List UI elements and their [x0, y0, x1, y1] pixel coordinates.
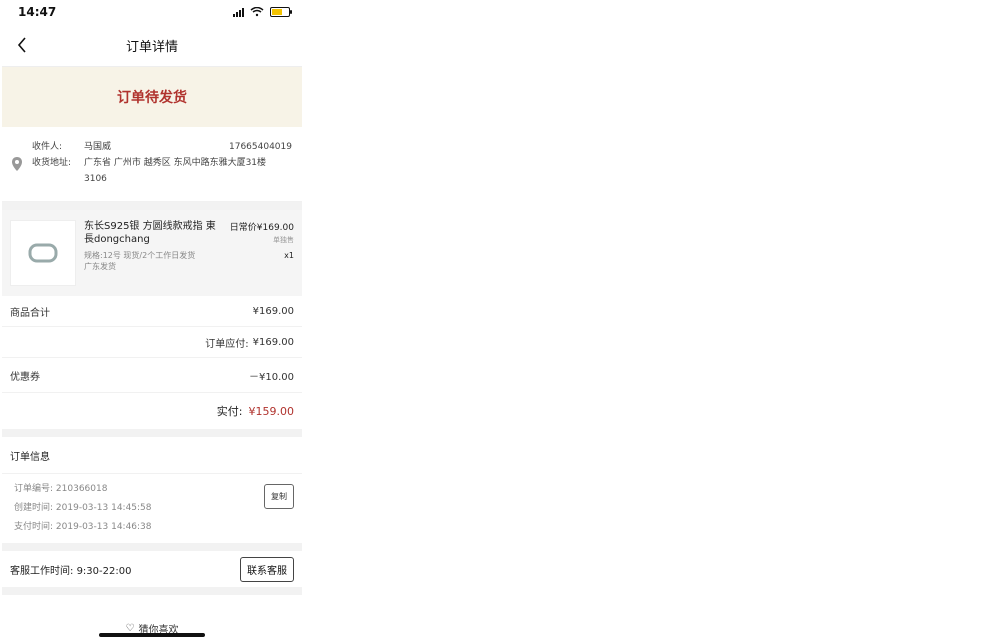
created-row: 创建时间: 2019-03-13 14:45:58 — [14, 499, 290, 518]
status-icons — [233, 7, 292, 17]
recipient-name: 马国威 — [84, 142, 112, 152]
contact-service-button[interactable]: 联系客服 — [240, 556, 294, 582]
address-row: 收货地址: 广东省 广州市 越秀区 东风中路东雅大厦31楼 3106 — [32, 155, 302, 187]
address-info: 收件人: 马国威 17665404019 收货地址: 广东省 广州市 越秀区 东… — [32, 127, 302, 201]
order-no: 210366018 — [55, 484, 108, 494]
product-spec: 规格:12号 现货/2个工作日发货 — [84, 251, 196, 260]
heart-icon: ♡ — [125, 622, 135, 634]
created-label: 创建时间: — [14, 503, 54, 513]
divider — [2, 543, 302, 551]
divider — [2, 429, 302, 437]
product-price-note: 单独售 — [273, 236, 294, 244]
status-bar: 14:47 — [2, 0, 302, 24]
address-line1: 广东省 广州市 越秀区 东风中路东雅大厦31楼 — [84, 158, 267, 168]
recipient-label: 收件人: — [32, 142, 63, 152]
order-status-text: 订单待发货 — [117, 90, 187, 106]
chevron-left-icon — [17, 37, 26, 53]
service-row: 客服工作时间: 9:30-22:00 联系客服 — [2, 551, 302, 587]
order-status-banner: 订单待发货 — [2, 67, 302, 127]
paid-time-label: 支付时间: — [14, 522, 54, 532]
nav-bar: 订单详情 — [2, 24, 302, 67]
service-hours: 客服工作时间: 9:30-22:00 — [10, 562, 131, 577]
recipient-row: 收件人: 马国威 17665404019 — [32, 139, 302, 155]
product-item[interactable]: 东长S925银 方圆线款戒指 東長dongchang 规格:12号 现货/2个工… — [2, 210, 302, 296]
battery-icon — [270, 7, 292, 17]
address-section: 收件人: 马国威 17665404019 收货地址: 广东省 广州市 越秀区 东… — [2, 127, 302, 202]
created-time: 2019-03-13 14:45:58 — [55, 503, 152, 513]
order-due-value: ¥169.00 — [252, 336, 294, 348]
paid-time: 2019-03-13 14:46:38 — [55, 522, 152, 532]
divider — [2, 202, 302, 210]
address-label: 收货地址: — [32, 158, 72, 168]
paid-time-row: 支付时间: 2019-03-13 14:46:38 — [14, 518, 290, 537]
recommend-section[interactable]: ♡ 猜你喜欢 — [2, 614, 302, 642]
divider — [2, 587, 302, 595]
phone-screen: 14:47 订单详情 订单待发货 收件人: 马国威 17665404019 收货… — [2, 0, 302, 642]
product-name: 东长S925银 方圆线款戒指 東長dongchang — [84, 221, 216, 245]
goods-total-label: 商品合计 — [10, 307, 50, 319]
product-ship-from: 广东发货 — [84, 262, 116, 271]
status-time: 14:47 — [18, 5, 57, 19]
copy-button[interactable]: 复制 — [264, 484, 294, 509]
back-button[interactable] — [12, 35, 32, 55]
order-no-row: 订单编号: 210366018 — [14, 480, 290, 499]
service-hours-value: 9:30-22:00 — [76, 565, 132, 577]
recipient-phone: 17665404019 — [229, 142, 292, 152]
coupon-row: 优惠券 －¥10.00 — [2, 358, 302, 393]
address-line2: 3106 — [84, 174, 107, 184]
product-price: 日常价¥169.00 — [229, 223, 294, 233]
coupon-label: 优惠券 — [10, 371, 40, 383]
order-no-label: 订单编号: — [14, 484, 54, 494]
order-info-section: 订单编号: 210366018 创建时间: 2019-03-13 14:45:5… — [2, 474, 302, 543]
paid-label: 实付: — [216, 405, 243, 418]
page-title: 订单详情 — [125, 39, 178, 55]
ring-icon — [28, 243, 58, 263]
home-indicator — [99, 633, 205, 637]
location-pin-icon — [12, 157, 22, 171]
product-qty: x1 — [284, 251, 294, 260]
coupon-value: －¥10.00 — [249, 371, 294, 383]
signal-icon — [233, 7, 244, 17]
goods-total-row: 商品合计 ¥169.00 — [2, 296, 302, 327]
product-image — [10, 220, 76, 286]
order-due-row: 订单应付: ¥169.00 — [2, 327, 302, 358]
order-due-label: 订单应付: — [205, 338, 249, 350]
order-info-title: 订单信息 — [2, 437, 302, 474]
paid-amount: ¥159.00 — [248, 404, 295, 418]
service-hours-label: 客服工作时间: — [10, 565, 74, 577]
paid-row: 实付: ¥159.00 — [2, 393, 302, 429]
wifi-icon — [250, 7, 264, 17]
goods-total-value: ¥169.00 — [252, 305, 294, 317]
